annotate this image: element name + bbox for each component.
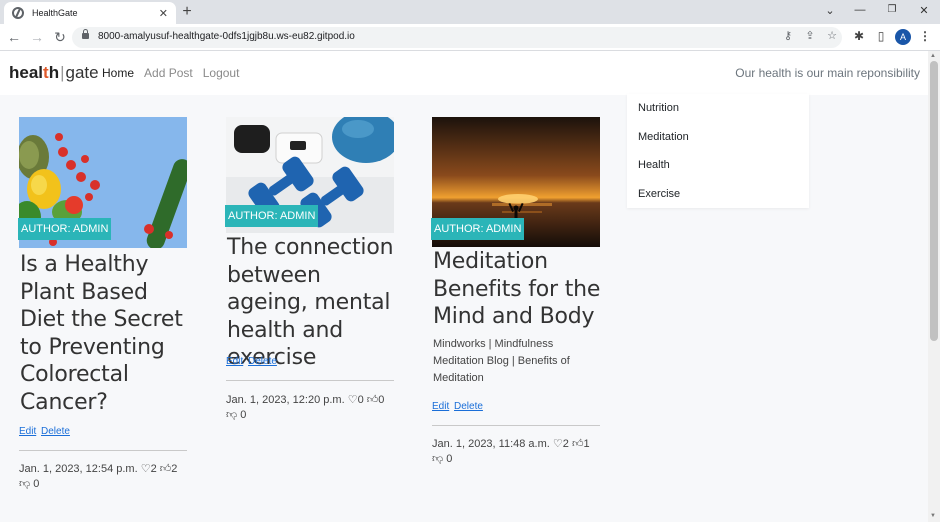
thumbs-down-count: 0 [33, 478, 40, 490]
new-tab-button[interactable]: + [178, 3, 196, 21]
category-dropdown: Nutrition Meditation Health Exercise [627, 94, 809, 208]
post-excerpt: Mindworks | Mindfulness Meditation Blog … [433, 338, 570, 384]
brand-part: h [48, 63, 60, 82]
post-actions: Edit Delete [19, 426, 72, 437]
minimize-icon[interactable]: — [852, 4, 868, 16]
nav-logout[interactable]: Logout [203, 66, 240, 80]
browser-tab[interactable]: HealthGate ✕ [4, 2, 176, 24]
delete-link[interactable]: Delete [41, 426, 70, 437]
site-motto: Our health is our main reponsibility [735, 66, 920, 80]
card-divider [432, 425, 600, 426]
post-card: AUTHOR: ADMIN The connection between age… [225, 117, 396, 427]
scrollbar-thumb[interactable] [930, 61, 938, 341]
lock-icon [82, 29, 89, 39]
close-tab-icon[interactable]: ✕ [159, 7, 168, 20]
thumbs-down-count: 0 [240, 409, 247, 421]
post-date: Jan. 1, 2023, 12:20 p.m. [226, 394, 345, 406]
category-nutrition[interactable]: Nutrition [638, 102, 679, 114]
browser-tabstrip: HealthGate ✕ + ⌄ — ❐ ✕ [0, 0, 940, 24]
author-badge: AUTHOR: ADMIN [225, 205, 319, 227]
post-meta: Jan. 1, 2023, 12:20 p.m. ♡0 👍︎0 👎︎ 0 [226, 393, 396, 423]
post-title[interactable]: Is a Healthy Plant Based Diet the Secret… [20, 251, 188, 416]
close-window-icon[interactable]: ✕ [916, 4, 932, 17]
post-actions: Edit Delete [432, 401, 485, 412]
edit-link[interactable]: Edit [432, 401, 449, 412]
thumbs-down-icon[interactable]: 👎︎ [432, 453, 443, 465]
thumbs-up-icon[interactable]: 👍︎ [572, 438, 584, 450]
key-icon[interactable]: ⚷ [781, 29, 795, 42]
post-meta: Jan. 1, 2023, 11:48 a.m. ♡2 👍︎1 👎︎ 0 [432, 437, 602, 467]
nav-home[interactable]: Home [102, 66, 134, 80]
browser-toolbar: ← → ↻ 8000-amalyusuf-healthgate-0dfs1jgj… [0, 24, 940, 51]
back-arrow-icon[interactable]: ← [6, 29, 22, 45]
thumbs-down-icon[interactable]: 👎︎ [226, 409, 237, 421]
edit-link[interactable]: Edit [226, 356, 243, 367]
heart-icon[interactable]: ♡ [553, 438, 563, 450]
card-divider [226, 380, 394, 381]
thumbs-up-count: 1 [583, 438, 590, 450]
thumbs-up-icon[interactable]: 👍︎ [160, 463, 172, 475]
thumbs-up-count: 0 [378, 394, 385, 406]
brand-separator: | [60, 63, 65, 82]
share-icon[interactable]: ⇪ [803, 29, 817, 42]
brand-part: heal [9, 63, 44, 82]
thumbs-down-icon[interactable]: 👎︎ [19, 478, 30, 490]
scroll-down-icon[interactable]: ▼ [930, 513, 936, 519]
delete-link[interactable]: Delete [248, 356, 277, 367]
thumbs-down-count: 0 [446, 453, 453, 465]
nav-add-post[interactable]: Add Post [144, 66, 193, 80]
author-badge: AUTHOR: ADMIN [431, 218, 525, 240]
post-title[interactable]: Meditation Benefits for the Mind and Bod… [433, 248, 601, 331]
edit-link[interactable]: Edit [19, 426, 36, 437]
globe-icon [12, 7, 24, 19]
star-icon[interactable]: ☆ [825, 29, 839, 42]
tab-search-icon[interactable]: ⌄ [822, 4, 838, 17]
heart-icon[interactable]: ♡ [141, 463, 151, 475]
thumbs-up-icon[interactable]: 👍︎ [367, 394, 379, 406]
post-date: Jan. 1, 2023, 12:54 p.m. [19, 463, 138, 475]
brand-part: gate [65, 63, 99, 82]
post-card: AUTHOR: ADMIN Meditation Benefits for th… [431, 117, 602, 477]
reload-icon[interactable]: ↻ [52, 29, 68, 45]
like-count: 2 [562, 438, 569, 450]
category-meditation[interactable]: Meditation [638, 131, 689, 143]
extensions-icon[interactable]: ✱ [851, 29, 867, 43]
post-actions: Edit Delete [226, 356, 279, 367]
site-navbar: health|gate Home Add Post Logout Our hea… [0, 51, 928, 95]
tab-title: HealthGate [32, 8, 78, 18]
url-text: 8000-amalyusuf-healthgate-0dfs1jgjb8u.ws… [98, 31, 355, 42]
category-exercise[interactable]: Exercise [638, 188, 680, 200]
post-date: Jan. 1, 2023, 11:48 a.m. [432, 438, 550, 450]
forward-arrow-icon[interactable]: → [29, 29, 45, 45]
category-health[interactable]: Health [638, 159, 670, 171]
nav-links: Home Add Post Logout [102, 66, 239, 80]
brand-logo[interactable]: health|gate [9, 63, 99, 83]
post-title[interactable]: The connection between ageing, mental he… [227, 234, 395, 372]
kebab-menu-icon[interactable]: ⋮ [917, 29, 933, 43]
profile-avatar[interactable]: A [895, 29, 911, 45]
address-bar[interactable]: 8000-amalyusuf-healthgate-0dfs1jgjb8u.ws… [72, 27, 842, 48]
delete-link[interactable]: Delete [454, 401, 483, 412]
post-meta: Jan. 1, 2023, 12:54 p.m. ♡2 👍︎2 👎︎ 0 [19, 462, 189, 492]
author-badge: AUTHOR: ADMIN [18, 218, 112, 240]
side-panel-icon[interactable]: ▯ [873, 29, 889, 43]
heart-icon[interactable]: ♡ [348, 394, 358, 406]
page-scrollbar[interactable]: ▲ ▼ [928, 51, 940, 522]
scroll-up-icon[interactable]: ▲ [930, 53, 936, 59]
card-divider [19, 450, 187, 451]
like-count: 0 [357, 394, 364, 406]
restore-icon[interactable]: ❐ [884, 4, 900, 15]
like-count: 2 [150, 463, 157, 475]
thumbs-up-count: 2 [171, 463, 178, 475]
post-card: AUTHOR: ADMIN Is a Healthy Plant Based D… [18, 117, 189, 497]
